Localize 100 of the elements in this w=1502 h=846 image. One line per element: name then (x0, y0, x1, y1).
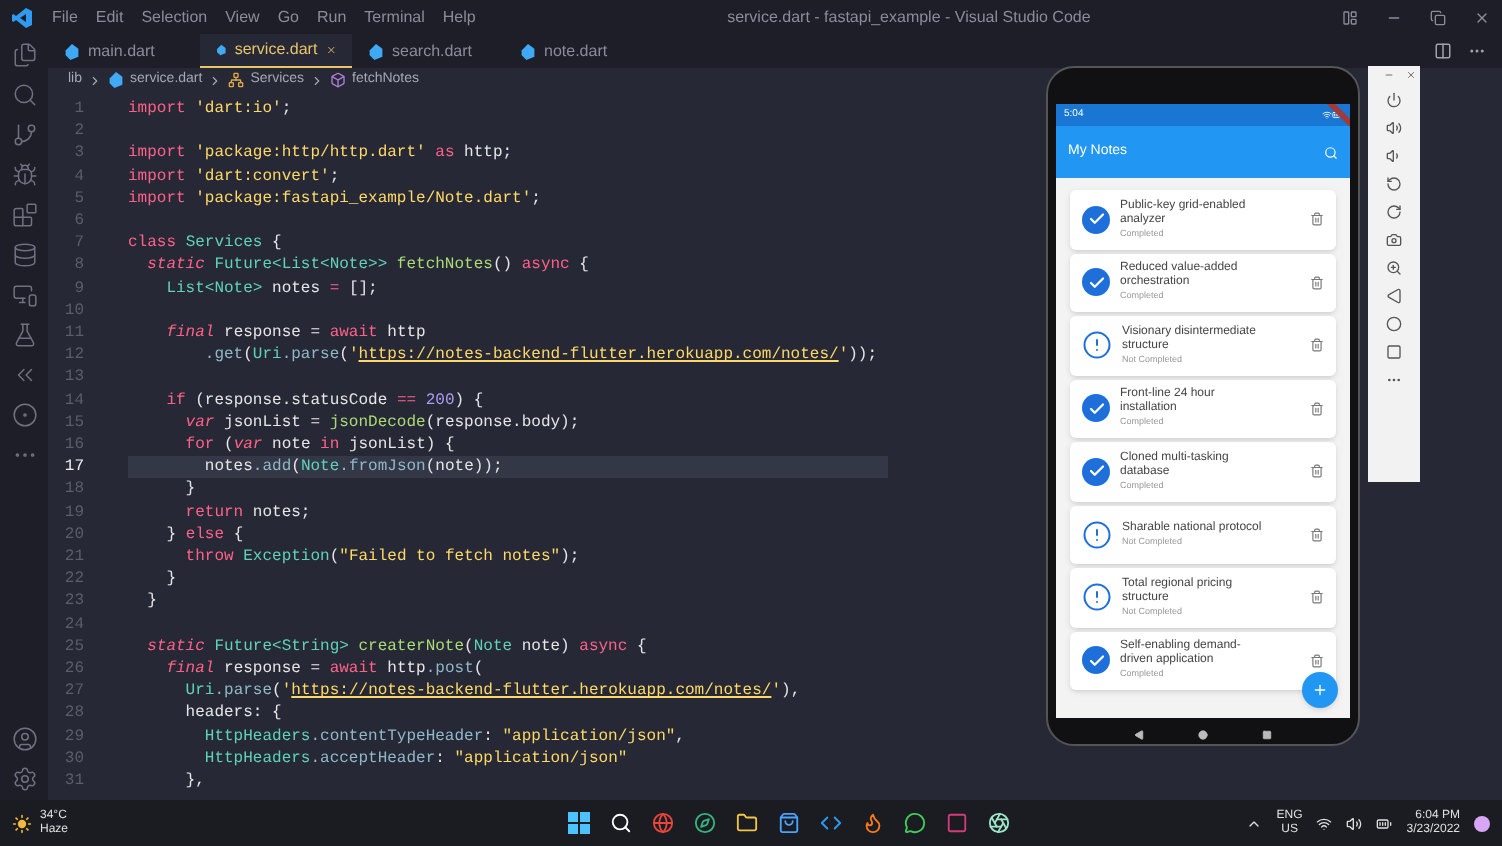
back-icon[interactable] (1386, 288, 1402, 304)
battery-icon[interactable] (1376, 815, 1393, 831)
menu-item[interactable]: Selection (141, 5, 208, 29)
editor-tab[interactable]: search.dart (352, 34, 504, 68)
volume-icon[interactable] (1346, 815, 1363, 831)
recents-icon[interactable] (1261, 730, 1272, 740)
monitor-icon[interactable] (11, 282, 37, 308)
database-icon[interactable] (11, 242, 37, 268)
rotate-right-icon[interactable] (1386, 204, 1402, 220)
menu-item[interactable]: Edit (95, 5, 124, 29)
battery-icon (1332, 110, 1342, 120)
code-line: throw Exception("Failed to fetch notes"); (183, 546, 582, 569)
menu-item[interactable]: File (52, 5, 78, 29)
code-line: if (response.statusCode == 200) { (164, 389, 486, 412)
account-icon[interactable] (11, 726, 37, 752)
trash-icon[interactable] (1310, 590, 1324, 605)
chat-bubble-icon[interactable] (904, 812, 927, 834)
menu-item[interactable]: Go (277, 5, 299, 29)
round-browser-icon[interactable] (652, 812, 675, 834)
trash-icon[interactable] (1310, 653, 1324, 668)
layout-icon[interactable] (1342, 9, 1358, 25)
trash-icon[interactable] (1310, 338, 1324, 353)
chevron-icon (310, 73, 325, 87)
sun-icon (12, 813, 32, 833)
menu-item[interactable]: View (225, 5, 260, 29)
code-line: import 'dart:convert'; (128, 165, 342, 188)
volume-down-icon[interactable] (1386, 148, 1402, 164)
code-line: .get(Uri.parse('https://notes-backend-flutter.herokuapp.com/notes/')); (202, 344, 880, 367)
back-icon[interactable] (1134, 730, 1145, 740)
editor-tab[interactable]: main.dart (48, 34, 200, 68)
code-line: } (145, 590, 159, 614)
restore-icon[interactable] (1430, 9, 1446, 25)
flask-icon[interactable] (11, 322, 37, 348)
branch-icon[interactable] (11, 122, 37, 148)
round-logo-icon[interactable] (11, 402, 37, 428)
code-line: static Future<List<Note>> fetchNotes() async { (145, 254, 591, 278)
trash-icon[interactable] (1310, 212, 1324, 227)
split-editor-icon[interactable] (1434, 42, 1452, 60)
volume-up-icon[interactable] (1386, 120, 1402, 136)
power-icon[interactable] (1386, 92, 1402, 108)
windows-start-icon[interactable] (568, 812, 591, 834)
code-line: HttpHeaders.contentTypeHeader: "application/json", (202, 725, 687, 748)
code-line: import 'package:http/http.dart' as http; (128, 142, 515, 166)
dart-file-icon (368, 43, 384, 59)
wifi-icon (1322, 110, 1332, 120)
dart-file-icon (520, 43, 536, 59)
code-line: for (var note in jsonList) { (183, 434, 457, 457)
bag-icon[interactable] (778, 812, 801, 834)
editor-tab[interactable]: service.dart (200, 34, 352, 68)
code-line: return notes; (183, 501, 313, 524)
code-line: final response = await http.post( (164, 658, 486, 681)
code-line: headers: { (183, 702, 284, 726)
home-icon[interactable] (1197, 730, 1208, 740)
add-button[interactable] (1302, 672, 1338, 708)
plus-icon (1312, 682, 1328, 698)
round-app-icon[interactable] (988, 812, 1011, 834)
chevron-icon (88, 73, 103, 87)
trash-icon[interactable] (1310, 275, 1324, 290)
code-line: class Services { (128, 232, 284, 255)
wifi-icon[interactable] (1316, 815, 1333, 831)
code-line: }, (183, 770, 207, 793)
dart-file-icon (64, 43, 80, 59)
code-line: Uri.parse('https://notes-backend-flutter.herokuapp.com/notes/'), (183, 680, 803, 703)
trash-icon[interactable] (1310, 527, 1324, 542)
line-number: 17 (62, 456, 86, 479)
code-line: } (183, 478, 198, 502)
close-icon[interactable] (1474, 9, 1490, 25)
square-app-icon[interactable] (946, 812, 969, 834)
notification-icon[interactable] (1474, 815, 1490, 831)
settings-icon[interactable] (11, 766, 37, 792)
method-symbol-icon (330, 72, 347, 88)
code-line: HttpHeaders.acceptHeader: "application/json" (202, 747, 630, 771)
search-icon[interactable] (610, 812, 633, 834)
blocks-icon[interactable] (11, 202, 37, 228)
zoom-icon[interactable] (1386, 260, 1402, 276)
chevron-icon (208, 73, 223, 87)
menu-item[interactable]: Run (316, 5, 347, 29)
code-line: import 'dart:io'; (128, 98, 294, 121)
editor-tab[interactable]: note.dart (504, 34, 656, 68)
code-line: List<Note> notes = []; (164, 277, 380, 300)
bug-icon[interactable] (11, 162, 37, 188)
rotate-left-icon[interactable] (1386, 176, 1402, 192)
code-line: } (164, 568, 179, 591)
code-line: final response = await http (164, 322, 428, 345)
code-line: import 'package:fastapi_example/Note.dart'; (128, 187, 543, 211)
menu-item[interactable]: Terminal (364, 5, 425, 29)
code-editor-icon[interactable] (820, 812, 843, 834)
files-icon[interactable] (11, 42, 37, 68)
home-icon[interactable] (1386, 316, 1402, 332)
trash-icon[interactable] (1310, 401, 1324, 416)
code-line: } else { (164, 523, 246, 547)
close-tab-icon[interactable] (325, 42, 336, 58)
dart-file-icon (108, 72, 125, 88)
window-title: service.dart - fastapi_example - Visual Studio Code (727, 5, 1091, 29)
menu-item[interactable]: Help (442, 5, 476, 29)
trash-icon[interactable] (1310, 464, 1324, 479)
folder-icon[interactable] (736, 812, 759, 834)
square-icon[interactable] (1386, 344, 1402, 360)
camera-icon[interactable] (1386, 232, 1402, 248)
class-symbol-icon (228, 72, 245, 88)
